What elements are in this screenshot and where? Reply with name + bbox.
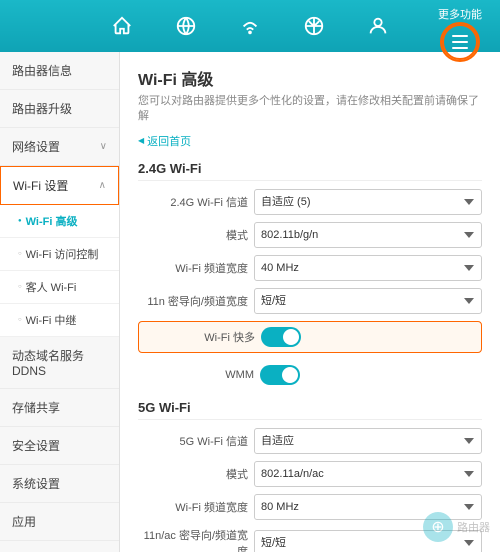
select-5g-channel[interactable]: 自适应 [254, 428, 482, 454]
select-24g-bandwidth[interactable]: 40 MHz [254, 255, 482, 281]
row-5g-mode: 模式 802.11a/n/ac [138, 461, 482, 487]
label-5g-bandwidth: Wi-Fi 频道宽度 [138, 499, 248, 515]
page-title: Wi-Fi 高级 [138, 66, 482, 90]
sidebar-sub-wifi: Wi-Fi 高级 Wi-Fi 访问控制 客人 Wi-Fi Wi-Fi 中继 [0, 205, 119, 337]
label-24g-channel: 2.4G Wi-Fi 信道 [138, 194, 248, 210]
chevron-down-icon: ∨ [100, 141, 107, 152]
nav-grid[interactable] [296, 8, 332, 44]
nav-user[interactable] [360, 8, 396, 44]
chevron-up-icon: ∧ [99, 180, 106, 191]
toggle-24g-wifi[interactable] [261, 327, 301, 347]
more-circle[interactable] [442, 24, 478, 60]
row-24g-channel: 2.4G Wi-Fi 信道 自适应 (5) [138, 189, 482, 215]
label-24g-mode: 模式 [138, 227, 248, 243]
watermark-icon: ⊕ [423, 512, 453, 542]
more-label: 更多功能 [438, 6, 482, 22]
sidebar-sub-wifi-advanced[interactable]: Wi-Fi 高级 [0, 205, 119, 238]
label-5g-channel: 5G Wi-Fi 信道 [138, 433, 248, 449]
nav-globe[interactable] [168, 8, 204, 44]
select-24g-channel[interactable]: 自适应 (5) [254, 189, 482, 215]
section-24g-title: 2.4G Wi-Fi [138, 161, 482, 181]
watermark-text: 路由器 [457, 519, 490, 535]
toggle-24g-wmm[interactable] [260, 365, 300, 385]
row-24g-bandwidth: Wi-Fi 频道宽度 40 MHz [138, 255, 482, 281]
sidebar-item-security[interactable]: 安全设置 [0, 427, 119, 465]
sidebar-sub-wifi-access-control[interactable]: Wi-Fi 访问控制 [0, 238, 119, 271]
toggle-slider-24g-wmm [260, 365, 300, 385]
sidebar-sub-wifi-bridge[interactable]: Wi-Fi 中继 [0, 304, 119, 337]
row-24g-mode: 模式 802.11b/g/n [138, 222, 482, 248]
label-24g-11n: 11n 密导向/频道宽度 [138, 293, 248, 309]
label-24g-bandwidth: Wi-Fi 频道宽度 [138, 260, 248, 276]
content-area: Wi-Fi 高级 您可以对路由器提供更多个性化的设置，请在修改相关配置前请确保了… [120, 52, 500, 552]
hamburger-icon [452, 35, 468, 49]
select-24g-mode[interactable]: 802.11b/g/n [254, 222, 482, 248]
main-layout: 路由器信息 路由器升级 网络设置 ∨ Wi-Fi 设置 ∧ Wi-Fi 高级 W… [0, 52, 500, 552]
sidebar-item-app[interactable]: 应用 [0, 503, 119, 541]
page-desc: 您可以对路由器提供更多个性化的设置，请在修改相关配置前请确保了解 [138, 94, 482, 125]
label-24g-wmm: WMM [144, 369, 254, 381]
row-24g-11n: 11n 密导向/频道宽度 短/短 [138, 288, 482, 314]
sidebar-item-router-info[interactable]: 路由器信息 [0, 52, 119, 90]
nav-wifi[interactable] [232, 8, 268, 44]
sidebar-item-storage-share[interactable]: 存储共享 [0, 389, 119, 427]
row-5g-channel: 5G Wi-Fi 信道 自适应 [138, 428, 482, 454]
toggle-row-24g-wifi: Wi-Fi 快多 [138, 321, 482, 353]
top-nav: 更多功能 [0, 0, 500, 52]
nav-home[interactable] [104, 8, 140, 44]
label-24g-wifi-switch: Wi-Fi 快多 [145, 329, 255, 345]
sidebar-sub-guest-wifi[interactable]: 客人 Wi-Fi [0, 271, 119, 304]
sidebar-item-network-settings[interactable]: 网络设置 ∨ [0, 128, 119, 166]
select-24g-11n[interactable]: 短/短 [254, 288, 482, 314]
sidebar: 路由器信息 路由器升级 网络设置 ∨ Wi-Fi 设置 ∧ Wi-Fi 高级 W… [0, 52, 120, 552]
toggle-slider-24g-wifi [261, 327, 301, 347]
sidebar-item-wifi-settings[interactable]: Wi-Fi 设置 ∧ [0, 166, 119, 205]
sidebar-item-ddns[interactable]: 动态域名服务 DDNS [0, 337, 119, 389]
sidebar-item-system[interactable]: 系统设置 [0, 465, 119, 503]
section-5g-title: 5G Wi-Fi [138, 400, 482, 420]
label-5g-11n: 11n/ac 密导向/频道宽度 [138, 527, 248, 552]
label-5g-mode: 模式 [138, 466, 248, 482]
more-button[interactable]: 更多功能 [438, 6, 482, 60]
watermark: ⊕ 路由器 [423, 512, 490, 542]
select-5g-mode[interactable]: 802.11a/n/ac [254, 461, 482, 487]
toggle-row-24g-wmm: WMM [138, 360, 482, 390]
nav-icons [104, 8, 396, 44]
sidebar-item-router-upgrade[interactable]: 路由器升级 [0, 90, 119, 128]
return-link[interactable]: 返回首页 [138, 133, 482, 149]
